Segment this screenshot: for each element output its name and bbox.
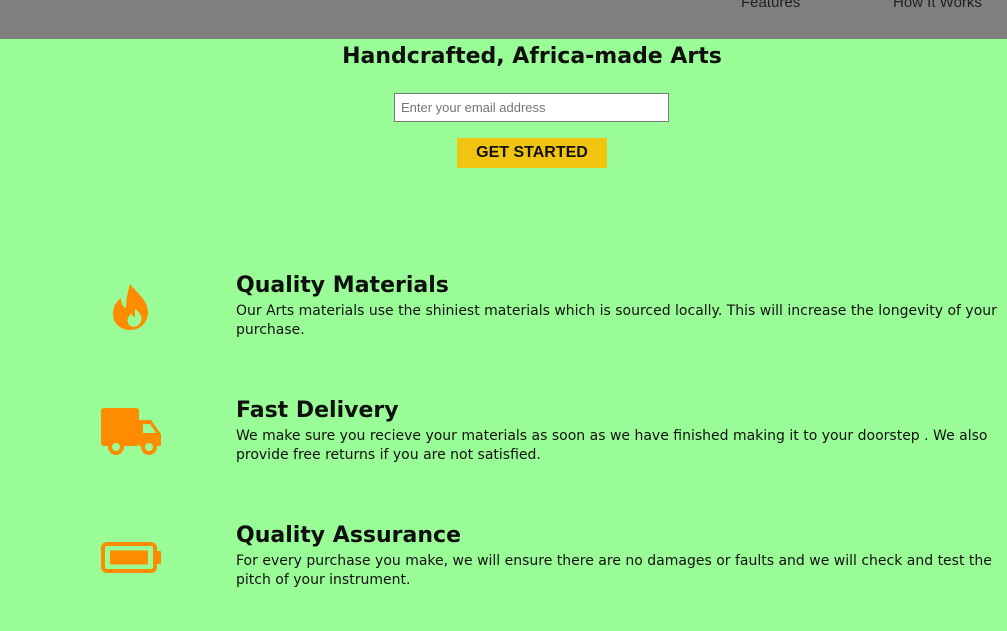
get-started-button[interactable]: GET STARTED	[457, 138, 607, 168]
feature-title: Quality Assurance	[236, 523, 462, 548]
page: Features How It Works Handcrafted, Afric…	[0, 0, 1007, 631]
email-input[interactable]	[394, 93, 669, 122]
feature-description: We make sure you recieve your materials …	[236, 428, 988, 463]
feature-description: For every purchase you make, we will ens…	[236, 553, 992, 588]
battery-full-icon	[101, 542, 161, 573]
nav-link-how-it-works[interactable]: How It Works	[893, 0, 982, 11]
feature-title: Fast Delivery	[236, 398, 399, 423]
truck-icon	[101, 408, 161, 455]
feature-title: Quality Materials	[236, 273, 449, 298]
hero-title: Handcrafted, Africa-made Arts	[342, 44, 722, 69]
fire-icon	[113, 284, 149, 330]
nav-link-features[interactable]: Features	[741, 0, 800, 11]
feature-description: Our Arts materials use the shiniest mate…	[236, 303, 997, 338]
navbar: Features How It Works	[0, 0, 1007, 39]
